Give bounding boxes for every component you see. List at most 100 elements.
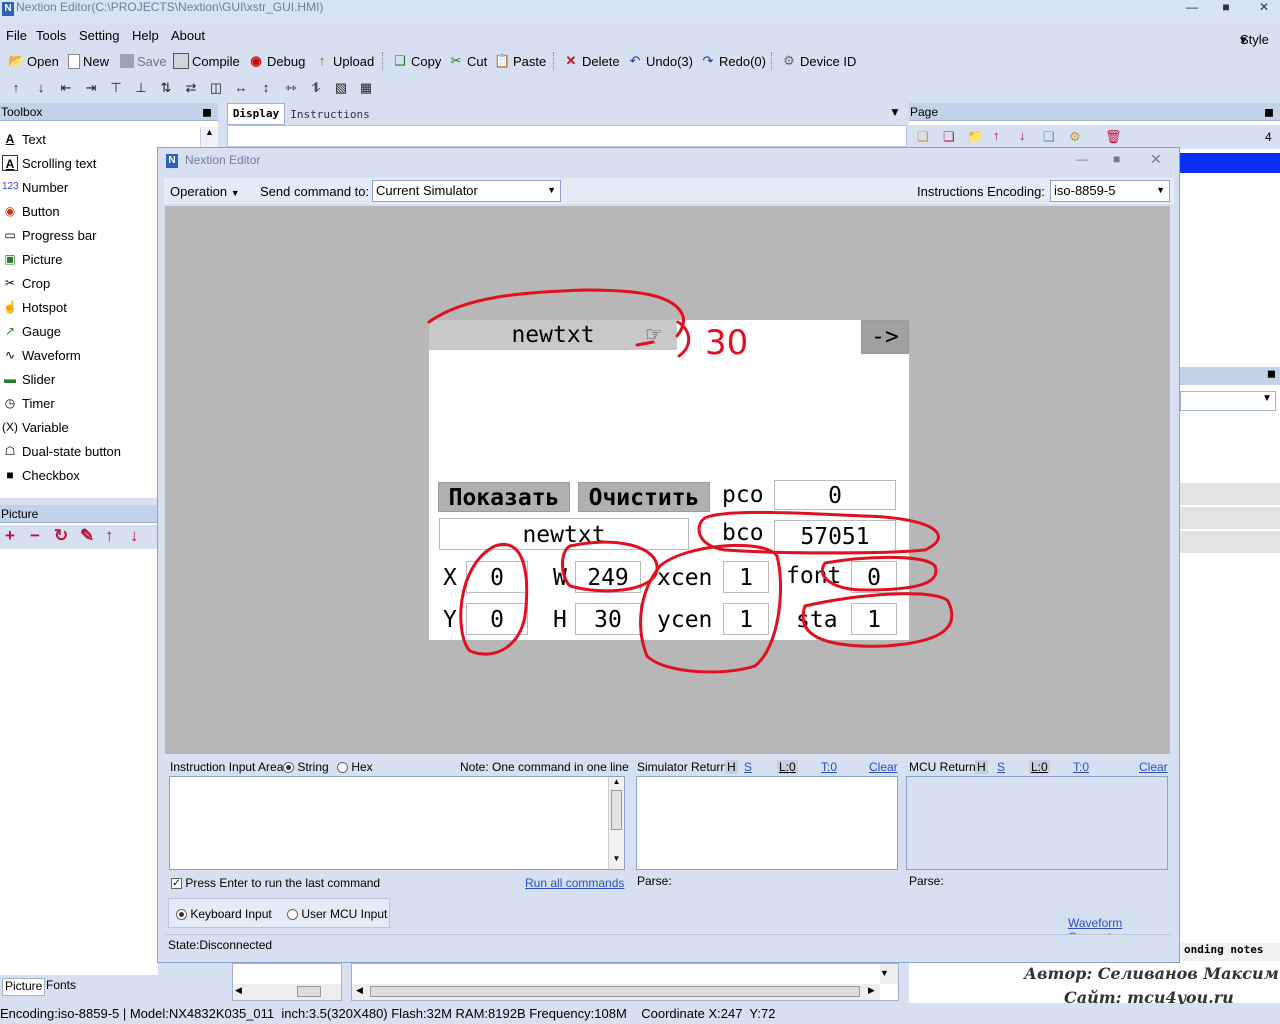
picture-down-icon[interactable]: ↓: [130, 526, 139, 546]
save-button[interactable]: Save: [120, 52, 167, 70]
redo-button[interactable]: ↷ Redo(0): [700, 52, 766, 70]
keyboard-input-radio[interactable]: Keyboard Input: [176, 907, 272, 921]
upload-button[interactable]: ↑ Upload: [314, 52, 374, 70]
radio-string[interactable]: [283, 762, 294, 774]
menu-about[interactable]: About: [171, 28, 205, 43]
selected-page-row[interactable]: [1180, 153, 1280, 173]
scroll-thumb[interactable]: [297, 986, 321, 997]
tab-picture[interactable]: Picture: [2, 978, 46, 996]
checkbox-checked[interactable]: ✓: [171, 878, 182, 890]
sim-flag-l[interactable]: L:0: [777, 760, 798, 774]
lower-pane-hscroll[interactable]: ◀: [233, 984, 341, 1000]
mcu-input-radio[interactable]: User MCU Input: [287, 907, 387, 921]
same-height-icon[interactable]: ↕: [257, 79, 275, 97]
encoding-select[interactable]: iso-8859-5 ▼: [1050, 180, 1170, 202]
menu-setting[interactable]: Setting: [79, 28, 119, 43]
radio-keyboard[interactable]: [176, 909, 187, 921]
trash-icon[interactable]: 🗑: [1105, 129, 1122, 145]
center-horizontal-icon[interactable]: ⇅: [157, 79, 175, 97]
scroll-down-icon[interactable]: ▼: [880, 968, 889, 978]
move-down-icon[interactable]: ↓: [32, 79, 50, 97]
run-all-link[interactable]: Run all commands: [525, 876, 624, 890]
copy-page-icon[interactable]: ❏: [1043, 129, 1055, 145]
space-horizontal-icon[interactable]: ⇿: [282, 79, 300, 97]
mcu-flag-h[interactable]: H: [975, 760, 988, 774]
maximize-icon[interactable]: ■: [1214, 0, 1238, 16]
export-page-icon[interactable]: ⚙: [1069, 129, 1081, 145]
center-vertical-icon[interactable]: ⇄: [182, 79, 200, 97]
distribute-icon[interactable]: ▧: [332, 79, 350, 97]
same-width-icon[interactable]: ↔: [232, 79, 250, 97]
align-left-icon[interactable]: ⇤: [57, 79, 75, 97]
sim-flag-h[interactable]: H: [725, 760, 738, 774]
maximize-icon[interactable]: ■: [1113, 152, 1120, 166]
replace-picture-icon[interactable]: ↻: [54, 526, 68, 546]
minimize-icon[interactable]: —: [1180, 0, 1204, 16]
input-scrollbar[interactable]: ▲ ▼: [608, 777, 624, 869]
menu-tools[interactable]: Tools: [36, 28, 66, 43]
code-pane-vscroll[interactable]: ▼: [880, 964, 898, 984]
attribute-row[interactable]: [1180, 483, 1280, 505]
mcu-flag-t[interactable]: T:0: [1073, 760, 1089, 774]
pin-icon[interactable]: ◼: [1267, 367, 1276, 380]
mcu-flag-l[interactable]: L:0: [1029, 760, 1050, 774]
string-radio[interactable]: String: [283, 760, 329, 774]
scroll-thumb[interactable]: [370, 986, 860, 997]
scroll-left-icon[interactable]: ◀: [235, 985, 242, 996]
operation-menu[interactable]: Operation ▼: [170, 184, 240, 199]
mcu-clear-link[interactable]: Clear: [1139, 760, 1168, 774]
tab-instructions[interactable]: Instructions: [289, 105, 371, 125]
remove-picture-icon[interactable]: −: [30, 526, 40, 546]
add-page-icon[interactable]: ❏: [917, 129, 929, 145]
attribute-row[interactable]: [1180, 531, 1280, 553]
menu-help[interactable]: Help: [132, 28, 159, 43]
tab-display[interactable]: Display: [227, 103, 285, 125]
space-vertical-icon[interactable]: ⥮: [307, 79, 325, 97]
copy-button[interactable]: ❏ Copy: [392, 52, 441, 70]
pin-icon[interactable]: ◼: [202, 103, 212, 121]
picture-up-icon[interactable]: ↑: [105, 526, 114, 546]
hex-radio[interactable]: Hex: [337, 760, 373, 774]
radio-hex[interactable]: [337, 762, 348, 774]
scroll-thumb[interactable]: [611, 790, 622, 830]
same-size-icon[interactable]: ◫: [207, 79, 225, 97]
minimize-icon[interactable]: —: [1076, 152, 1088, 166]
scroll-left-icon[interactable]: ◀: [356, 985, 363, 996]
align-bottom-icon[interactable]: ⊥: [132, 79, 150, 97]
tab-fonts[interactable]: Fonts: [44, 978, 78, 996]
dropdown-arrow-icon[interactable]: ▼: [889, 105, 901, 119]
attribute-select[interactable]: ▼: [1180, 391, 1276, 411]
align-top-icon[interactable]: ⊤: [107, 79, 125, 97]
paste-button[interactable]: 📋 Paste: [494, 52, 546, 70]
attribute-row[interactable]: [1180, 507, 1280, 529]
radio-mcu[interactable]: [287, 909, 298, 921]
add-picture-icon[interactable]: +: [5, 526, 15, 546]
sim-flag-t[interactable]: T:0: [821, 760, 837, 774]
page-up-icon[interactable]: ↑: [993, 128, 1000, 143]
sim-flag-s[interactable]: S: [744, 760, 752, 774]
debug-button[interactable]: ◉ Debug: [248, 52, 305, 70]
send-target-select[interactable]: Current Simulator ▼: [372, 180, 561, 202]
delete-button[interactable]: ✕ Delete: [563, 52, 620, 70]
mcu-flag-s[interactable]: S: [997, 760, 1005, 774]
scroll-up-icon[interactable]: ▲: [609, 777, 624, 786]
instruction-input[interactable]: ▲ ▼: [169, 776, 625, 870]
new-button[interactable]: New: [68, 52, 109, 70]
close-icon[interactable]: ✕: [1252, 0, 1276, 16]
page-down-icon[interactable]: ↓: [1019, 128, 1026, 143]
code-pane-hscroll[interactable]: ◀ ▶: [352, 984, 880, 1000]
enter-checkbox[interactable]: ✓ Press Enter to run the last command: [171, 876, 380, 890]
device-id-button[interactable]: ⚙ Device ID: [781, 52, 856, 70]
move-up-icon[interactable]: ↑: [7, 79, 25, 97]
insert-page-icon[interactable]: 📁: [967, 129, 983, 145]
scroll-down-icon[interactable]: ▼: [609, 854, 624, 863]
delete-page-icon[interactable]: ❏: [943, 129, 955, 145]
cut-button[interactable]: ✂ Cut: [448, 52, 488, 70]
pin-icon[interactable]: ◼: [1264, 103, 1274, 121]
undo-button[interactable]: ↶ Undo(3): [627, 52, 693, 70]
compile-button[interactable]: Compile: [173, 52, 240, 70]
menu-file[interactable]: File: [6, 28, 27, 43]
close-icon[interactable]: ✕: [1150, 151, 1162, 168]
scroll-right-icon[interactable]: ▶: [868, 985, 875, 996]
align-right-icon[interactable]: ⇥: [82, 79, 100, 97]
